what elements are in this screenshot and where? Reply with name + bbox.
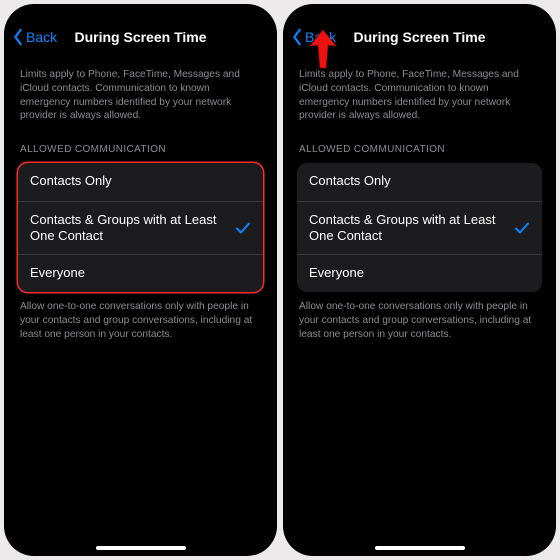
option-everyone[interactable]: Everyone bbox=[297, 254, 542, 292]
intro-text: Limits apply to Phone, FaceTime, Message… bbox=[297, 56, 542, 123]
option-label: Everyone bbox=[30, 265, 85, 281]
option-contacts-groups[interactable]: Contacts & Groups with at Least One Cont… bbox=[297, 201, 542, 255]
footer-text: Allow one-to-one conversations only with… bbox=[18, 292, 263, 341]
option-everyone[interactable]: Everyone bbox=[18, 254, 263, 292]
option-label: Contacts & Groups with at Least One Cont… bbox=[30, 212, 218, 245]
checkmark-icon bbox=[514, 220, 530, 236]
chevron-left-icon bbox=[291, 28, 303, 46]
options-group: Contacts Only Contacts & Groups with at … bbox=[297, 163, 542, 293]
nav-bar: Back During Screen Time bbox=[4, 4, 277, 56]
home-indicator[interactable] bbox=[375, 546, 465, 550]
back-button[interactable]: Back bbox=[12, 28, 57, 46]
back-label: Back bbox=[305, 29, 336, 45]
intro-text: Limits apply to Phone, FaceTime, Message… bbox=[18, 56, 263, 123]
option-contacts-groups[interactable]: Contacts & Groups with at Least One Cont… bbox=[18, 201, 263, 255]
home-indicator[interactable] bbox=[96, 546, 186, 550]
footer-text: Allow one-to-one conversations only with… bbox=[297, 292, 542, 341]
phone-right: Back During Screen Time Limits apply to … bbox=[283, 4, 556, 556]
back-label: Back bbox=[26, 29, 57, 45]
option-label: Contacts Only bbox=[309, 173, 391, 189]
option-label: Everyone bbox=[309, 265, 364, 281]
options-group: Contacts Only Contacts & Groups with at … bbox=[18, 163, 263, 293]
checkmark-icon bbox=[235, 220, 251, 236]
option-contacts-only[interactable]: Contacts Only bbox=[297, 163, 542, 201]
nav-bar: Back During Screen Time bbox=[283, 4, 556, 56]
content: Limits apply to Phone, FaceTime, Message… bbox=[283, 56, 556, 341]
chevron-left-icon bbox=[12, 28, 24, 46]
option-label: Contacts Only bbox=[30, 173, 112, 189]
section-header: ALLOWED COMMUNICATION bbox=[297, 123, 542, 163]
content: Limits apply to Phone, FaceTime, Message… bbox=[4, 56, 277, 341]
section-header: ALLOWED COMMUNICATION bbox=[18, 123, 263, 163]
option-label: Contacts & Groups with at Least One Cont… bbox=[309, 212, 497, 245]
back-button[interactable]: Back bbox=[291, 28, 336, 46]
phone-left: Back During Screen Time Limits apply to … bbox=[4, 4, 277, 556]
option-contacts-only[interactable]: Contacts Only bbox=[18, 163, 263, 201]
